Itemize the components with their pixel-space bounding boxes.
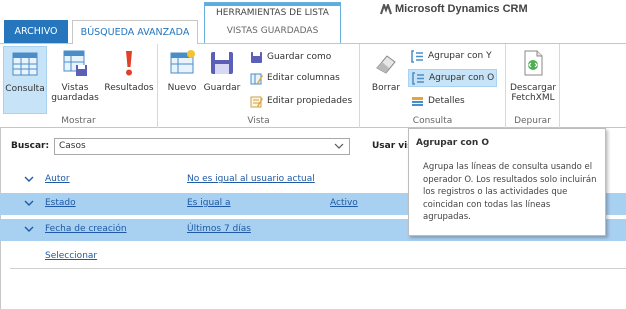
consulta-button[interactable]: Consulta [3,46,47,114]
save-as-label: Guardar como [267,52,332,62]
edit-columns-button[interactable]: Editar columnas [247,69,342,87]
criteria-field[interactable]: Fecha de creación [45,224,127,234]
save-button[interactable]: Guardar [202,46,242,114]
group-or-button[interactable]: Agrupar con O [408,69,498,87]
floppy-disk-icon [206,46,238,80]
group-or-label: Agrupar con O [429,73,495,83]
clear-label: Borrar [371,83,401,93]
save-as-icon [249,50,263,64]
saved-views-label-1: Vistas [61,83,89,93]
criteria-operator[interactable]: No es igual al usuario actual [187,174,315,184]
divider [10,268,626,269]
eraser-icon [370,46,402,80]
edit-properties-button[interactable]: Editar propiedades [247,92,354,110]
chevron-down-icon[interactable] [24,175,36,185]
details-label: Detalles [428,96,465,106]
brand-name: Microsoft Dynamics CRM [395,3,528,15]
new-label: Nuevo [167,83,197,93]
entity-select-value: Casos [59,141,86,151]
exclamation-icon [113,46,145,80]
group-vista: Nuevo Guardar Guardar como Editar column… [158,44,360,128]
entity-select[interactable]: Casos [54,138,350,155]
edit-columns-label: Editar columnas [267,73,340,83]
context-group-title: HERRAMIENTAS DE LISTA [216,8,329,18]
criteria-field[interactable]: Autor [45,174,70,184]
group-consulta-label: Consulta [412,116,453,126]
fetchxml-document-icon [517,46,549,80]
use-saved-view-label: Usar vis [372,141,413,151]
select-link[interactable]: Seleccionar [45,251,97,261]
results-button[interactable]: Resultados [103,46,155,114]
results-label: Resultados [104,83,154,93]
saved-views-label-2: guardadas [51,93,99,103]
edit-properties-label: Editar propiedades [267,96,353,106]
download-label-1: Descargar [509,83,557,93]
criteria-field[interactable]: Estado [45,198,76,208]
group-mostrar-label: Mostrar [61,116,96,126]
context-group-bar [205,3,340,6]
chevron-down-icon[interactable] [24,199,36,209]
chevron-down-icon [333,140,345,155]
tab-strip: ARCHIVO BÚSQUEDA AVANZADA HERRAMIENTAS D… [0,0,626,44]
group-or-icon [411,71,425,85]
group-and-icon [410,49,424,63]
brand-logo: Microsoft Dynamics CRM [380,1,528,16]
ribbon: Consulta Vistas guardadas Resultados Mos… [0,43,626,128]
context-tab-group: HERRAMIENTAS DE LISTA VISTAS GUARDADAS [204,2,341,43]
group-consulta: Borrar Agrupar con Y Agrupar con O Detal… [360,44,506,128]
download-label-2: FetchXML [511,93,555,103]
new-button[interactable]: Nuevo [164,46,200,114]
tooltip-title: Agrupar con O [416,138,490,148]
group-and-label: Agrupar con Y [428,51,492,61]
save-as-button[interactable]: Guardar como [247,48,333,66]
tab-advanced-find[interactable]: BÚSQUEDA AVANZADA [72,20,198,44]
search-label: Buscar: [11,141,50,151]
consulta-label: Consulta [5,84,45,94]
tab-saved-views[interactable]: VISTAS GUARDADAS [205,26,340,36]
group-depurar-label: Depurar [514,116,551,126]
dynamics-logo-icon [380,1,392,15]
group-and-button[interactable]: Agrupar con Y [408,47,494,65]
details-button[interactable]: Detalles [408,92,467,110]
query-grid-icon [9,47,41,81]
save-label: Guardar [203,83,241,93]
new-view-icon [166,46,198,80]
group-depurar: Descargar FetchXML Depurar [506,44,560,128]
tooltip-body: Agrupa las líneas de consulta usando el … [423,162,597,223]
download-fetchxml-button[interactable]: Descargar FetchXML [509,46,557,114]
saved-views-icon [59,46,91,80]
edit-columns-icon [249,71,263,85]
group-mostrar: Consulta Vistas guardadas Resultados Mos… [0,44,158,128]
group-vista-label: Vista [247,116,270,126]
details-icon [410,94,424,108]
criteria-operator[interactable]: Últimos 7 días [187,224,251,234]
tooltip: Agrupar con O Agrupa las líneas de consu… [408,128,606,236]
saved-views-button[interactable]: Vistas guardadas [50,46,100,114]
chevron-down-icon[interactable] [24,225,36,235]
clear-button[interactable]: Borrar [368,46,404,114]
tab-file[interactable]: ARCHIVO [4,20,68,43]
criteria-value[interactable]: Activo [330,198,358,208]
edit-properties-icon [249,94,263,108]
criteria-operator[interactable]: Es igual a [187,198,231,208]
